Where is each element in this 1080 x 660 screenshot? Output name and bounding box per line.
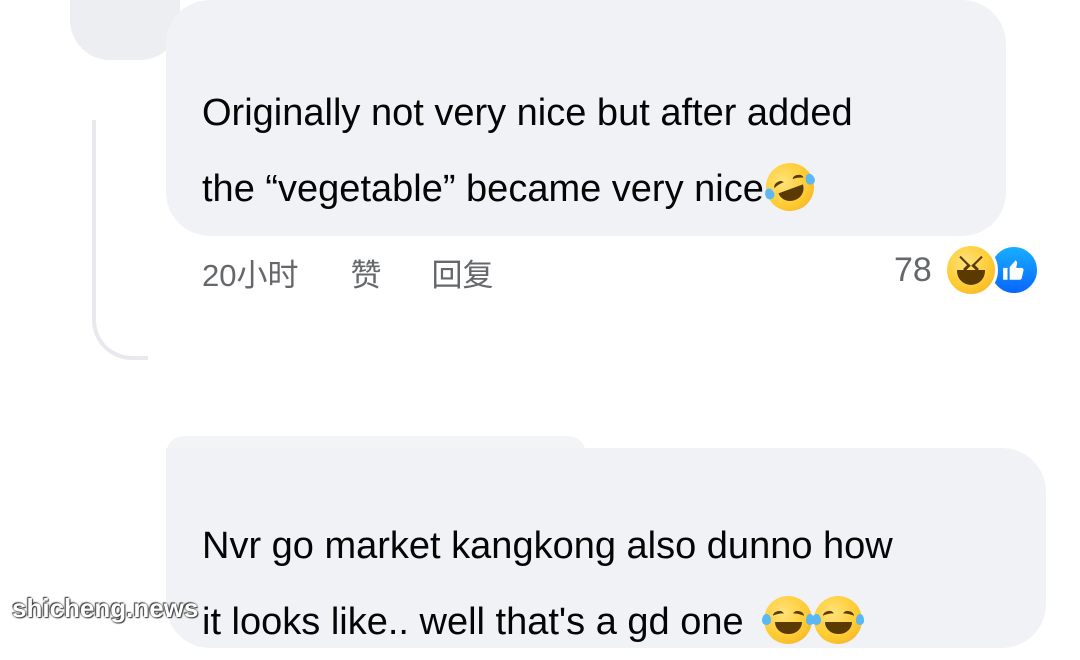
tears-of-joy-icon (762, 595, 815, 644)
rolling-on-floor-laughing-icon (759, 156, 821, 218)
comment-line: Nvr go market kangkong also dunno how (202, 525, 893, 567)
comment-line: Originally not very nice but after added (202, 92, 853, 134)
reaction-count: 78 (894, 250, 932, 289)
haha-reaction-icon (943, 243, 998, 297)
comment-line-with-emoji: the “vegetable” became very nice (202, 151, 853, 227)
reaction-summary[interactable]: 78 (894, 243, 1040, 297)
comment-line: it looks like.. well that's a gd one (202, 601, 744, 643)
reply-button[interactable]: 回复 (431, 250, 493, 295)
comment-meta: 20小时 赞 回复 (202, 250, 493, 294)
comment-timestamp: 20小时 (202, 257, 299, 293)
comment-line-with-emoji: it looks like.. well that's a gd one (202, 584, 893, 660)
reply-thread-line (92, 120, 148, 360)
comment-text: Nvr go market kangkong also dunno how it… (202, 508, 893, 660)
watermark: shicheng.news (12, 593, 199, 623)
comment-line: the “vegetable” became very nice (202, 168, 764, 210)
tears-of-joy-icon (812, 595, 865, 644)
comment-text: Originally not very nice but after added… (202, 75, 853, 227)
like-button[interactable]: 赞 (350, 250, 381, 295)
blurred-avatar (70, 0, 180, 60)
